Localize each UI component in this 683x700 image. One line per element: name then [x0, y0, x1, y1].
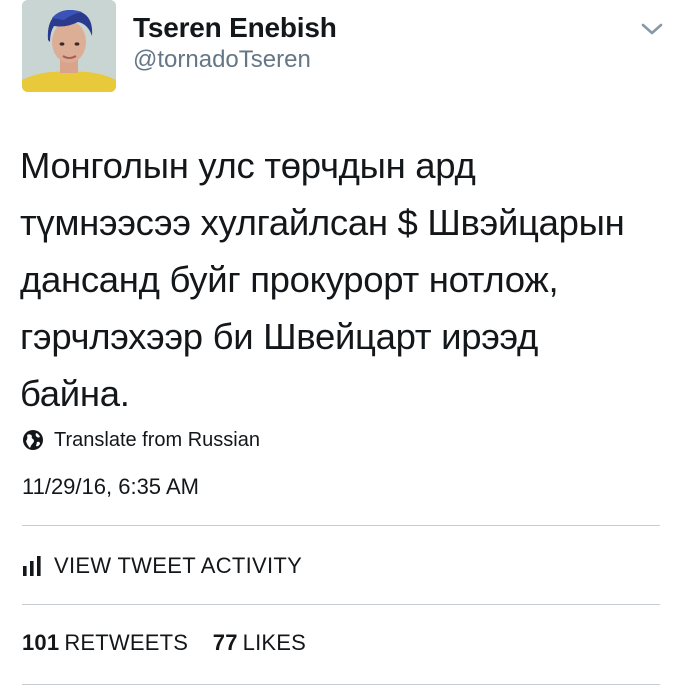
likes-count: 77 [212, 630, 238, 655]
divider [22, 684, 660, 685]
avatar[interactable] [22, 0, 116, 92]
tweet-text-line: түмнээсээ хулгайлсан $ Швэйцарын [20, 202, 625, 243]
tweet-text-line: гэрчлэхээр би Швейцарт ирээд [20, 316, 539, 357]
tweet-text: Монголын улс төрчдын ард түмнээсээ хулга… [20, 137, 670, 422]
divider [22, 604, 660, 605]
translate-label: Translate from Russian [54, 428, 260, 451]
divider [22, 525, 660, 526]
retweets-stat[interactable]: 101 RETWEETS [22, 630, 194, 655]
tweet-text-line: байна. [20, 373, 130, 414]
view-tweet-activity-button[interactable]: VIEW TWEET ACTIVITY [22, 553, 302, 579]
view-tweet-activity-label: VIEW TWEET ACTIVITY [54, 553, 303, 578]
retweets-count: 101 [22, 630, 60, 655]
translate-button[interactable]: Translate from Russian [22, 428, 260, 452]
likes-label: LIKES [242, 630, 307, 655]
chevron-down-icon[interactable] [640, 20, 664, 38]
retweets-label: RETWEETS [64, 630, 189, 655]
avatar-image [22, 0, 116, 92]
likes-stat[interactable]: 77 LIKES [206, 630, 306, 655]
tweet-header: Tseren Enebish @tornadoTseren [0, 0, 683, 100]
user-handle[interactable]: @tornadoTseren [133, 46, 311, 74]
tweet-timestamp[interactable]: 11/29/16, 6:35 AM [22, 474, 199, 500]
display-name[interactable]: Tseren Enebish [133, 12, 337, 44]
tweet-text-line: Монголын улс төрчдын ард [20, 145, 476, 186]
bar-chart-icon [23, 556, 41, 576]
globe-icon [23, 430, 43, 450]
tweet-stats: 101 RETWEETS 77 LIKES [22, 630, 306, 656]
tweet-text-line: дансанд буйг прокурорт нотлож, [20, 259, 559, 300]
